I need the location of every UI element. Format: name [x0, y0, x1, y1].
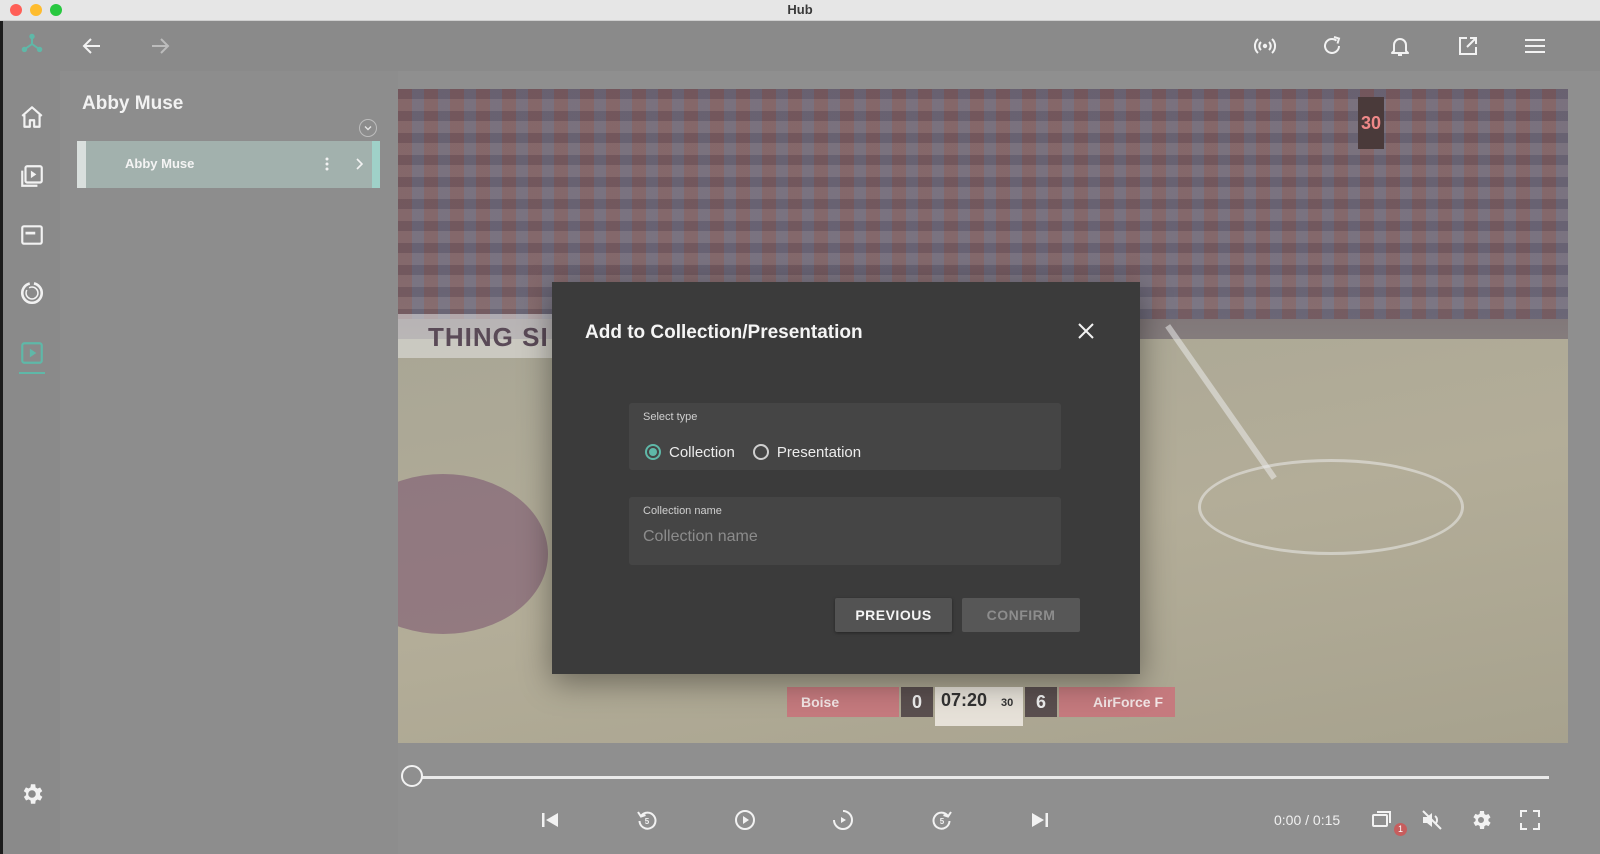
more-vertical-icon[interactable] [322, 154, 332, 174]
radio-collection[interactable]: Collection [645, 444, 735, 461]
home-icon[interactable] [18, 103, 46, 131]
type-radio-group: Collection Presentation [645, 440, 879, 464]
game-clock-box: 07:20 30 [935, 687, 1023, 717]
select-type-label: Select type [643, 411, 698, 423]
court-arc [1198, 459, 1464, 555]
active-indicator [19, 372, 45, 374]
game-clock: 07:20 [941, 690, 988, 710]
collection-name-field: Collection name [629, 497, 1061, 565]
logo-icon[interactable] [18, 30, 46, 58]
app-root: Abby Muse Abby Muse THING SI 30 Boise 0 … [0, 21, 1600, 854]
away-team-name: AirForce F [1059, 687, 1175, 717]
home-team-score: 0 [901, 687, 933, 717]
panel-title: Abby Muse [82, 93, 184, 114]
svg-text:5: 5 [940, 817, 945, 826]
collection-panel: Abby Muse Abby Muse [60, 71, 398, 854]
away-team-score: 6 [1025, 687, 1057, 717]
court-lane-line [1165, 324, 1277, 480]
menu-icon[interactable] [1520, 31, 1550, 61]
forward-5-icon[interactable]: 5 [926, 804, 958, 836]
close-icon[interactable] [1073, 318, 1099, 344]
panel-list-item[interactable]: Abby Muse [77, 141, 380, 188]
select-type-field: Select type Collection Presentation [629, 403, 1061, 470]
rewind-5-icon[interactable]: 5 [631, 804, 663, 836]
top-toolbar [60, 21, 1600, 71]
panel-item-label: Abby Muse [125, 156, 195, 171]
back-arrow-icon[interactable] [77, 31, 107, 61]
radio-collection-label[interactable]: Collection [669, 444, 735, 461]
broadcast-icon[interactable] [1250, 31, 1280, 61]
playback-time: 0:00 / 0:15 [1274, 812, 1341, 828]
previous-button[interactable]: PREVIOUS [835, 598, 952, 632]
settings-icon[interactable] [18, 780, 46, 808]
home-team-name: Boise [787, 687, 899, 717]
mute-icon[interactable] [1416, 804, 1448, 836]
banner-text: THING SI [428, 322, 549, 352]
collection-name-input[interactable] [643, 525, 1043, 549]
forward-arrow-icon[interactable] [145, 31, 175, 61]
scrubber-handle[interactable] [401, 765, 423, 787]
confirm-button[interactable]: CONFIRM [962, 598, 1080, 632]
player-settings-icon[interactable] [1465, 804, 1497, 836]
refresh-icon[interactable] [1317, 31, 1347, 61]
window-titlebar: Hub [0, 0, 1600, 21]
bell-icon[interactable] [1385, 31, 1415, 61]
add-to-collection-dialog: Add to Collection/Presentation Select ty… [552, 282, 1140, 674]
nav-rail [3, 21, 60, 854]
chevron-right-icon[interactable] [352, 154, 366, 174]
play-square-icon[interactable] [18, 339, 46, 367]
window-title: Hub [787, 2, 813, 17]
svg-text:5: 5 [645, 817, 650, 826]
play-icon[interactable] [729, 804, 761, 836]
arena-banner: THING SI [398, 314, 558, 358]
radio-presentation[interactable]: Presentation [752, 444, 861, 461]
chevron-down-icon[interactable] [359, 119, 377, 137]
shot-clock-display: 30 [1358, 97, 1384, 149]
open-external-icon[interactable] [1453, 31, 1483, 61]
scoreboard-shot-clock: 30 [1001, 697, 1014, 709]
scrubber-track[interactable] [413, 776, 1549, 779]
video-library-icon[interactable] [18, 162, 46, 190]
circle-sync-icon[interactable] [18, 279, 46, 307]
radio-presentation-label[interactable]: Presentation [777, 444, 861, 461]
video-scrubber[interactable] [398, 761, 1600, 791]
scoreboard-overlay: Boise 0 07:20 30 6 AirForce F [787, 687, 1175, 726]
collection-name-label: Collection name [643, 505, 722, 517]
playlist-icon[interactable] [18, 221, 46, 249]
panel-item-accent [372, 141, 380, 188]
skip-previous-icon[interactable] [534, 804, 566, 836]
radio-presentation-indicator[interactable] [752, 444, 769, 460]
step-frame-icon[interactable] [827, 804, 859, 836]
radio-collection-indicator[interactable] [645, 444, 661, 460]
clips-count-badge: 1 [1394, 823, 1407, 836]
scoreboard-sponsor-strip [935, 717, 1023, 726]
clips-icon[interactable] [1366, 804, 1398, 836]
fullscreen-icon[interactable] [1514, 804, 1546, 836]
dialog-title: Add to Collection/Presentation [585, 322, 863, 343]
skip-next-icon[interactable] [1024, 804, 1056, 836]
